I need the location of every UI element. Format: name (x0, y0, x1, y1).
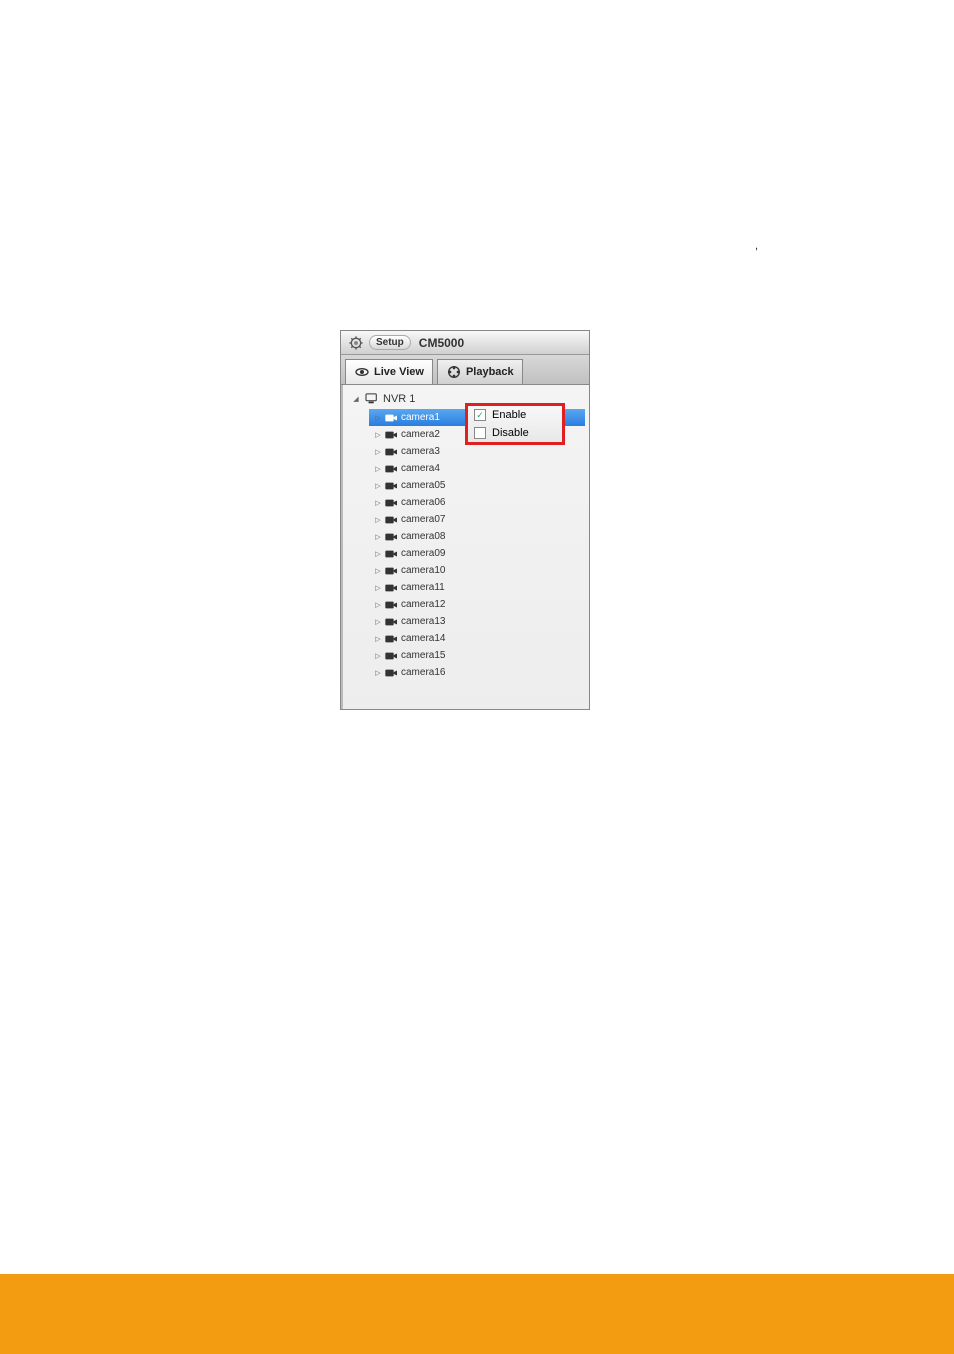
device-tree: ◢ NVR 1 ▷ camera1 ▷ camera2 ▷ camera3 ▷ camera4… (341, 385, 589, 709)
camera-label: camera13 (401, 616, 445, 627)
camera-label: camera14 (401, 633, 445, 644)
camera-label: camera2 (401, 429, 440, 440)
camera-label: camera12 (401, 599, 445, 610)
menu-item-enable[interactable]: ✓ Enable (468, 406, 562, 424)
collapse-icon[interactable]: ◢ (351, 394, 361, 404)
expand-icon[interactable]: ▷ (373, 583, 383, 593)
expand-icon[interactable]: ▷ (373, 447, 383, 457)
film-reel-icon (446, 364, 462, 380)
camera-item[interactable]: ▷ camera14 (369, 630, 585, 647)
camera-item[interactable]: ▷ camera15 (369, 647, 585, 664)
camera-label: camera4 (401, 463, 440, 474)
expand-icon[interactable]: ▷ (373, 566, 383, 576)
checkbox-unchecked-icon (474, 427, 486, 439)
camera-icon (385, 548, 399, 560)
setup-button[interactable]: Setup (369, 335, 411, 350)
camera-item[interactable]: ▷ camera12 (369, 596, 585, 613)
camera-item[interactable]: ▷ camera06 (369, 494, 585, 511)
camera-item[interactable]: ▷ camera07 (369, 511, 585, 528)
menu-item-disable-label: Disable (492, 427, 529, 439)
expand-icon[interactable]: ▷ (373, 668, 383, 678)
gear-icon (347, 334, 365, 352)
camera-icon (385, 565, 399, 577)
camera-icon (385, 582, 399, 594)
tree-root-label: NVR 1 (383, 393, 415, 405)
camera-label: camera3 (401, 446, 440, 457)
camera-label: camera05 (401, 480, 445, 491)
camera-label: camera08 (401, 531, 445, 542)
stray-text: , (755, 240, 758, 252)
expand-icon[interactable]: ▷ (373, 413, 383, 423)
camera-icon (385, 480, 399, 492)
camera-icon (385, 633, 399, 645)
tabs-container: Live View Playback (341, 355, 589, 385)
eye-icon (354, 364, 370, 380)
expand-icon[interactable]: ▷ (373, 498, 383, 508)
tab-live-view[interactable]: Live View (345, 359, 433, 384)
expand-icon[interactable]: ▷ (373, 464, 383, 474)
camera-item[interactable]: ▷ camera3 (369, 443, 585, 460)
camera-icon (385, 429, 399, 441)
camera-label: camera10 (401, 565, 445, 576)
camera-icon (385, 497, 399, 509)
expand-icon[interactable]: ▷ (373, 617, 383, 627)
camera-label: camera1 (401, 412, 440, 423)
title-bar: Setup CM5000 (341, 331, 589, 355)
footer-bar (0, 1274, 954, 1354)
expand-icon[interactable]: ▷ (373, 481, 383, 491)
menu-item-enable-label: Enable (492, 409, 526, 421)
camera-item[interactable]: ▷ camera13 (369, 613, 585, 630)
camera-item[interactable]: ▷ camera11 (369, 579, 585, 596)
expand-icon[interactable]: ▷ (373, 634, 383, 644)
nvr-icon (365, 393, 379, 405)
camera-label: camera15 (401, 650, 445, 661)
camera-label: camera11 (401, 582, 445, 593)
camera-item[interactable]: ▷ camera08 (369, 528, 585, 545)
camera-icon (385, 531, 399, 543)
camera-icon (385, 514, 399, 526)
expand-icon[interactable]: ▷ (373, 515, 383, 525)
checkbox-checked-icon: ✓ (474, 409, 486, 421)
tab-playback[interactable]: Playback (437, 359, 523, 384)
expand-icon[interactable]: ▷ (373, 651, 383, 661)
context-menu: ✓ Enable Disable (465, 403, 565, 445)
menu-item-disable[interactable]: Disable (468, 424, 562, 442)
camera-item[interactable]: ▷ camera10 (369, 562, 585, 579)
expand-icon[interactable]: ▷ (373, 532, 383, 542)
expand-icon[interactable]: ▷ (373, 600, 383, 610)
camera-icon (385, 616, 399, 628)
camera-label: camera09 (401, 548, 445, 559)
camera-label: camera07 (401, 514, 445, 525)
expand-icon[interactable]: ▷ (373, 549, 383, 559)
camera-item[interactable]: ▷ camera16 (369, 664, 585, 681)
tab-playback-label: Playback (466, 366, 514, 378)
camera-list: ▷ camera1 ▷ camera2 ▷ camera3 ▷ camera4 ▷ camera0… (369, 409, 585, 681)
camera-item[interactable]: ▷ camera4 (369, 460, 585, 477)
camera-label: camera06 (401, 497, 445, 508)
tab-live-view-label: Live View (374, 366, 424, 378)
camera-icon (385, 412, 399, 424)
app-title: CM5000 (419, 336, 464, 350)
camera-item[interactable]: ▷ camera05 (369, 477, 585, 494)
camera-icon (385, 463, 399, 475)
camera-icon (385, 667, 399, 679)
camera-icon (385, 650, 399, 662)
camera-item[interactable]: ▷ camera09 (369, 545, 585, 562)
camera-icon (385, 446, 399, 458)
app-window: Setup CM5000 Live View Playback ◢ NVR 1 … (340, 330, 590, 710)
camera-label: camera16 (401, 667, 445, 678)
camera-icon (385, 599, 399, 611)
expand-icon[interactable]: ▷ (373, 430, 383, 440)
